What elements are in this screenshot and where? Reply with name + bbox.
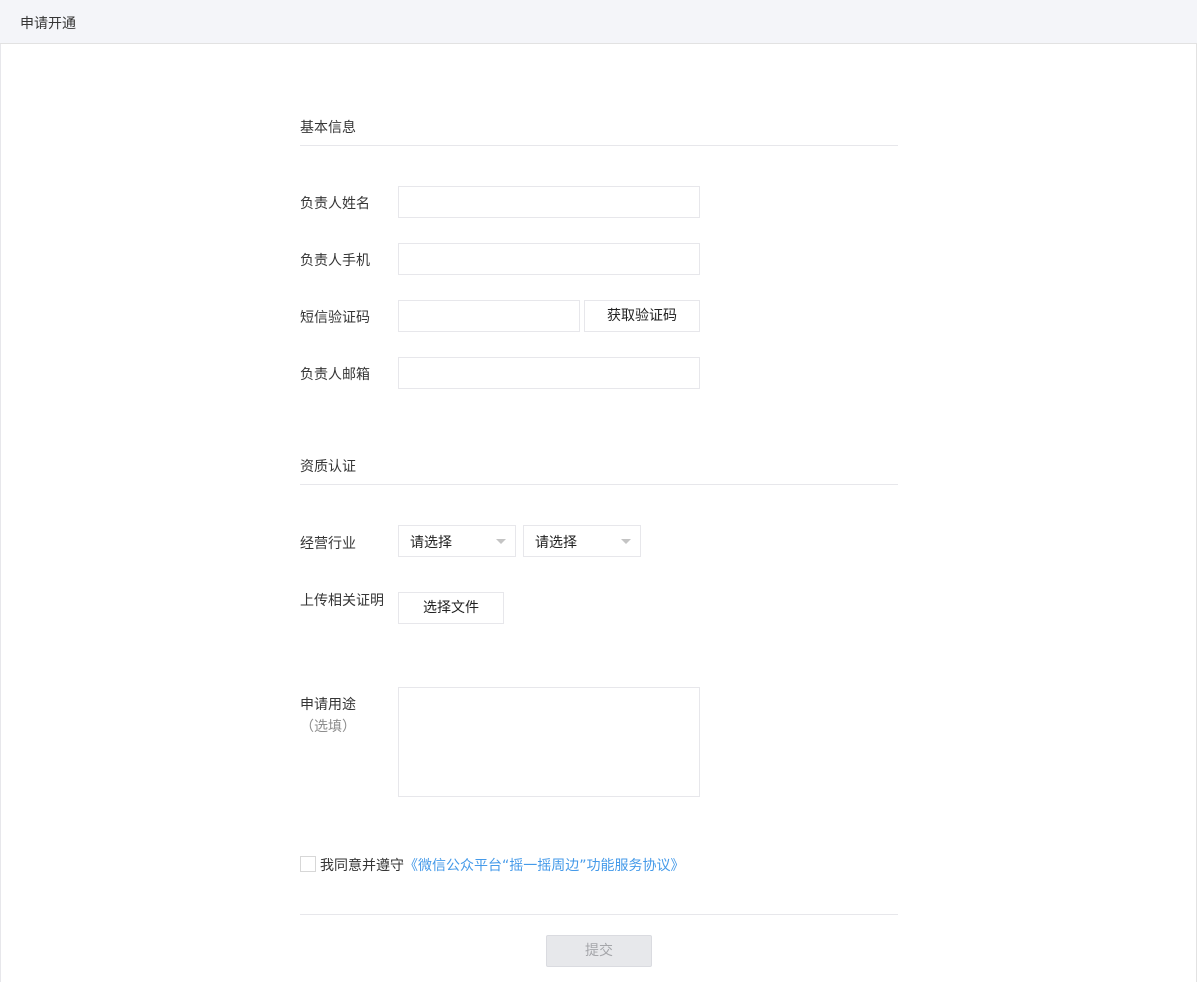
email-label: 负责人邮箱 (300, 367, 370, 383)
industry-select-secondary[interactable]: 请选择 (523, 525, 641, 557)
industry-select-primary[interactable]: 请选择 (398, 525, 516, 557)
chevron-down-icon (496, 539, 506, 544)
phone-input[interactable] (398, 243, 700, 275)
page-frame (0, 0, 1197, 982)
page-title: 申请开通 (20, 16, 76, 32)
agreement-checkbox[interactable] (300, 856, 316, 872)
industry-select-secondary-value: 请选择 (535, 535, 577, 551)
section-divider (300, 484, 898, 485)
purpose-optional-label: （选填） (300, 719, 356, 735)
industry-label: 经营行业 (300, 536, 356, 552)
section-title-basic-info: 基本信息 (300, 120, 356, 136)
agreement-text: 我同意并遵守《微信公众平台“摇一摇周边”功能服务协议》 (320, 855, 685, 875)
email-input[interactable] (398, 357, 700, 389)
section-divider (300, 145, 898, 146)
get-code-button[interactable]: 获取验证码 (584, 300, 700, 332)
agreement-link[interactable]: 《微信公众平台“摇一摇周边”功能服务协议》 (404, 858, 685, 874)
industry-select-primary-value: 请选择 (410, 535, 452, 551)
sms-code-label: 短信验证码 (300, 310, 370, 326)
section-title-qualification: 资质认证 (300, 459, 356, 475)
submit-button[interactable]: 提交 (546, 935, 652, 967)
name-label: 负责人姓名 (300, 196, 370, 212)
purpose-label: 申请用途 (300, 697, 356, 713)
sms-code-input[interactable] (398, 300, 580, 332)
upload-label: 上传相关证明 (300, 593, 384, 609)
chevron-down-icon (621, 539, 631, 544)
purpose-textarea[interactable] (398, 687, 700, 797)
page-header: 申请开通 (0, 0, 1197, 44)
agreement-prefix: 我同意并遵守 (320, 858, 404, 874)
footer-divider (300, 914, 898, 915)
choose-file-button[interactable]: 选择文件 (398, 592, 504, 624)
phone-label: 负责人手机 (300, 253, 370, 269)
name-input[interactable] (398, 186, 700, 218)
